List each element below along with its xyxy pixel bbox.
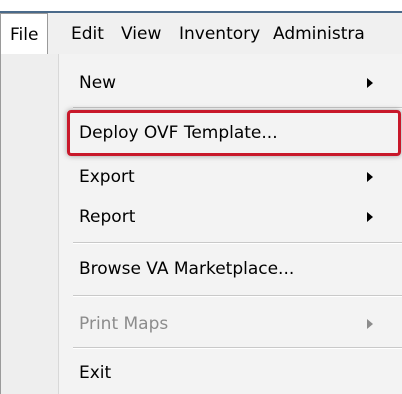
menu-item-label: Browse VA Marketplace... (79, 259, 295, 279)
menu-file[interactable]: File (0, 13, 49, 55)
menubar: File Edit View Inventory Administra (0, 11, 402, 55)
menu-edit[interactable]: Edit (62, 13, 113, 55)
menu-separator (73, 242, 402, 244)
menu-item-report[interactable]: Report (1, 200, 402, 234)
menu-item-export[interactable]: Export (1, 160, 402, 194)
menu-separator (73, 107, 402, 109)
submenu-arrow-icon (367, 319, 373, 329)
menu-item-label: Print Maps (79, 314, 169, 334)
file-menu-dropdown: New Deploy OVF Template... Export Report… (0, 54, 402, 394)
menu-view[interactable]: View (112, 13, 170, 55)
menu-item-browse-va-marketplace[interactable]: Browse VA Marketplace... (1, 252, 402, 286)
menu-inventory[interactable]: Inventory (170, 13, 269, 55)
menu-item-new[interactable]: New (1, 66, 402, 100)
menu-separator (73, 295, 402, 297)
menu-item-label: Export (79, 167, 135, 187)
menu-item-label: Deploy OVF Template... (79, 123, 278, 143)
menu-separator (73, 347, 402, 349)
menu-item-deploy-ovf-template[interactable]: Deploy OVF Template... (1, 116, 402, 150)
app-window: File Edit View Inventory Administra New … (0, 0, 402, 394)
menu-item-label: Report (79, 207, 136, 227)
menu-item-label: Exit (79, 363, 112, 383)
submenu-arrow-icon (367, 172, 373, 182)
submenu-arrow-icon (367, 78, 373, 88)
menu-item-exit[interactable]: Exit (1, 356, 402, 390)
menu-item-print-maps: Print Maps (1, 307, 402, 341)
menu-administration[interactable]: Administra (264, 13, 374, 55)
window-top-strip (0, 0, 402, 11)
submenu-arrow-icon (367, 212, 373, 222)
menu-item-label: New (79, 73, 117, 93)
